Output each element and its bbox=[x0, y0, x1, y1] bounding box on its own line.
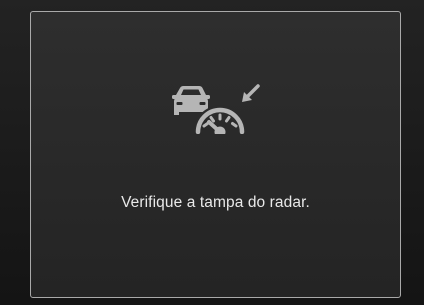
cluster-display: Verifique a tampa do radar. bbox=[0, 0, 424, 305]
warning-message-text: Verifique a tampa do radar. bbox=[121, 194, 310, 211]
radar-sensor-blocked-icon bbox=[172, 84, 260, 134]
warning-message-panel: Verifique a tampa do radar. bbox=[30, 11, 401, 298]
